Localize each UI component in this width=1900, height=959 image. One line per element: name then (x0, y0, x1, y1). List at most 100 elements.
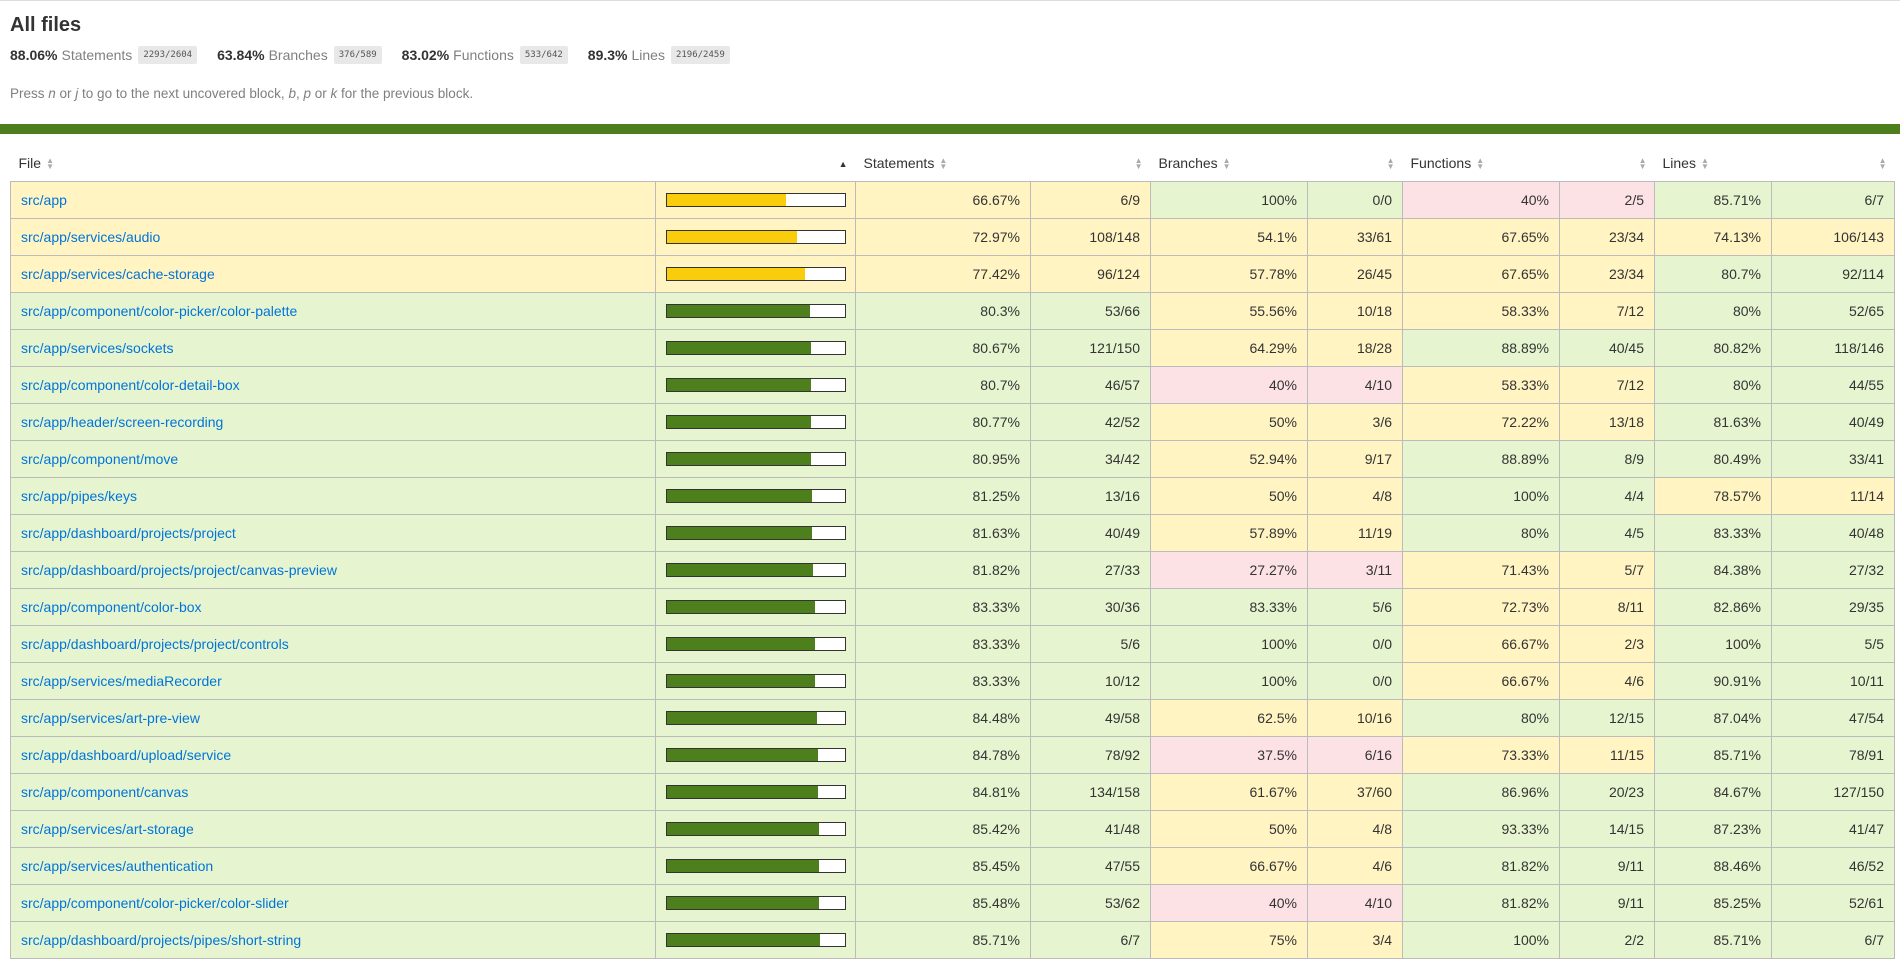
branches-pct: 100% (1150, 662, 1308, 700)
file-link[interactable]: src/app (21, 192, 67, 208)
file-link[interactable]: src/app/component/move (21, 451, 178, 467)
file-link[interactable]: src/app/dashboard/upload/service (21, 747, 231, 763)
statements-pct: 85.42% (855, 810, 1031, 848)
lines-pct: 88.46% (1654, 847, 1772, 885)
file-cell: src/app/header/screen-recording (10, 403, 656, 441)
keyboard-hint: Press n or j to go to the next uncovered… (10, 86, 474, 101)
lines-pct: 84.38% (1654, 551, 1772, 589)
file-cell: src/app/pipes/keys (10, 477, 656, 515)
summary-pct: 63.84% (217, 47, 265, 63)
functions-fraction: 8/9 (1559, 440, 1655, 478)
functions-fraction: 9/11 (1559, 884, 1655, 922)
functions-pct: 73.33% (1402, 736, 1560, 774)
branches-pct: 40% (1150, 366, 1308, 404)
file-link[interactable]: src/app/dashboard/projects/project/contr… (21, 636, 289, 652)
lines-fraction: 41/47 (1771, 810, 1895, 848)
file-link[interactable]: src/app/services/mediaRecorder (21, 673, 222, 689)
table-row: src/app/services/cache-storage 77.42% 96/1… (10, 255, 1895, 293)
coverage-bar (666, 933, 846, 947)
file-link[interactable]: src/app/services/art-pre-view (21, 710, 200, 726)
column-header-file-bar[interactable]: ▲ (656, 144, 856, 182)
statements-pct: 84.78% (855, 736, 1031, 774)
file-link[interactable]: src/app/services/audio (21, 229, 160, 245)
column-header-functions-raw[interactable]: ▲ ▼ (1560, 144, 1655, 182)
branches-fraction: 18/28 (1307, 329, 1403, 367)
sort-icon: ▲ ▼ (1476, 155, 1485, 171)
file-link[interactable]: src/app/services/art-storage (21, 821, 194, 837)
file-link[interactable]: src/app/services/authentication (21, 858, 213, 874)
lines-pct: 81.63% (1654, 403, 1772, 441)
file-link[interactable]: src/app/dashboard/projects/pipes/short-s… (21, 932, 301, 948)
branches-fraction: 9/17 (1307, 440, 1403, 478)
lines-pct: 87.23% (1654, 810, 1772, 848)
file-link[interactable]: src/app/component/color-box (21, 599, 202, 615)
functions-pct: 88.89% (1402, 440, 1560, 478)
coverage-bar (666, 748, 846, 762)
lines-fraction: 6/7 (1771, 921, 1895, 959)
statements-fraction: 46/57 (1030, 366, 1151, 404)
file-cell: src/app/services/mediaRecorder (10, 662, 656, 700)
branches-pct: 27.27% (1150, 551, 1308, 589)
branches-pct: 66.67% (1150, 847, 1308, 885)
coverage-bar-cell (655, 773, 856, 811)
file-cell: src/app/component/canvas (10, 773, 656, 811)
statements-fraction: 42/52 (1030, 403, 1151, 441)
column-header-branches[interactable]: Branches ▲ ▼ (1151, 144, 1308, 182)
coverage-bar (666, 600, 846, 614)
file-link[interactable]: src/app/dashboard/projects/project/canva… (21, 562, 337, 578)
file-link[interactable]: src/app/dashboard/projects/project (21, 525, 236, 541)
column-header-statements-raw[interactable]: ▲ ▼ (1031, 144, 1151, 182)
lines-pct: 85.71% (1654, 921, 1772, 959)
statements-fraction: 49/58 (1030, 699, 1151, 737)
coverage-bar-fill (667, 379, 811, 391)
branches-pct: 100% (1150, 625, 1308, 663)
statements-fraction: 30/36 (1030, 588, 1151, 626)
statements-fraction: 108/148 (1030, 218, 1151, 256)
coverage-table-body: src/app 66.67% 6/9 100% 0/0 40% 2/5 85.71% 6/7 sr… (10, 181, 1895, 959)
coverage-bar (666, 785, 846, 799)
file-link[interactable]: src/app/component/color-picker/color-sli… (21, 895, 289, 911)
coverage-bar-cell (655, 477, 856, 515)
file-link[interactable]: src/app/component/canvas (21, 784, 188, 800)
file-link[interactable]: src/app/component/color-detail-box (21, 377, 240, 393)
sort-icon: ▲ ▼ (939, 155, 948, 171)
coverage-bar (666, 563, 846, 577)
file-link[interactable]: src/app/header/screen-recording (21, 414, 223, 430)
functions-pct: 58.33% (1402, 366, 1560, 404)
summary-branches: 63.84% Branches 376/589 (217, 45, 382, 65)
file-link[interactable]: src/app/component/color-picker/color-pal… (21, 303, 297, 319)
column-header-branches-raw[interactable]: ▲ ▼ (1308, 144, 1403, 182)
file-cell: src/app/services/art-pre-view (10, 699, 656, 737)
functions-pct: 80% (1402, 699, 1560, 737)
file-cell: src/app/services/cache-storage (10, 255, 656, 293)
file-link[interactable]: src/app/pipes/keys (21, 488, 137, 504)
functions-pct: 100% (1402, 921, 1560, 959)
functions-fraction: 8/11 (1559, 588, 1655, 626)
branches-fraction: 4/10 (1307, 884, 1403, 922)
coverage-bar-fill (667, 305, 810, 317)
file-cell: src/app/services/authentication (10, 847, 656, 885)
sort-icon: ▲ ▼ (1386, 155, 1395, 171)
branches-pct: 83.33% (1150, 588, 1308, 626)
statements-fraction: 6/9 (1030, 181, 1151, 219)
functions-fraction: 5/7 (1559, 551, 1655, 589)
column-header-file[interactable]: File ▲ ▼ (11, 144, 656, 182)
file-link[interactable]: src/app/services/cache-storage (21, 266, 215, 282)
coverage-table: File ▲ ▼ ▲ Statements ▲ ▼ ▲ ▼ Branches ▲ ▼ ▲ ▼ F… (10, 144, 1895, 959)
coverage-bar (666, 230, 846, 244)
column-header-lines[interactable]: Lines ▲ ▼ (1655, 144, 1772, 182)
column-header-functions[interactable]: Functions ▲ ▼ (1403, 144, 1560, 182)
table-row: src/app/pipes/keys 81.25% 13/16 50% 4/8 100% 4… (10, 477, 1895, 515)
file-cell: src/app/services/audio (10, 218, 656, 256)
summary-functions: 83.02% Functions 533/642 (402, 45, 568, 65)
column-header-lines-raw[interactable]: ▲ ▼ (1772, 144, 1895, 182)
functions-fraction: 20/23 (1559, 773, 1655, 811)
file-link[interactable]: src/app/services/sockets (21, 340, 174, 356)
summary-lines: 89.3% Lines 2196/2459 (588, 45, 730, 65)
statements-pct: 85.48% (855, 884, 1031, 922)
branches-pct: 100% (1150, 181, 1308, 219)
column-header-statements[interactable]: Statements ▲ ▼ (856, 144, 1031, 182)
lines-fraction: 6/7 (1771, 181, 1895, 219)
functions-pct: 100% (1402, 477, 1560, 515)
branches-pct: 54.1% (1150, 218, 1308, 256)
